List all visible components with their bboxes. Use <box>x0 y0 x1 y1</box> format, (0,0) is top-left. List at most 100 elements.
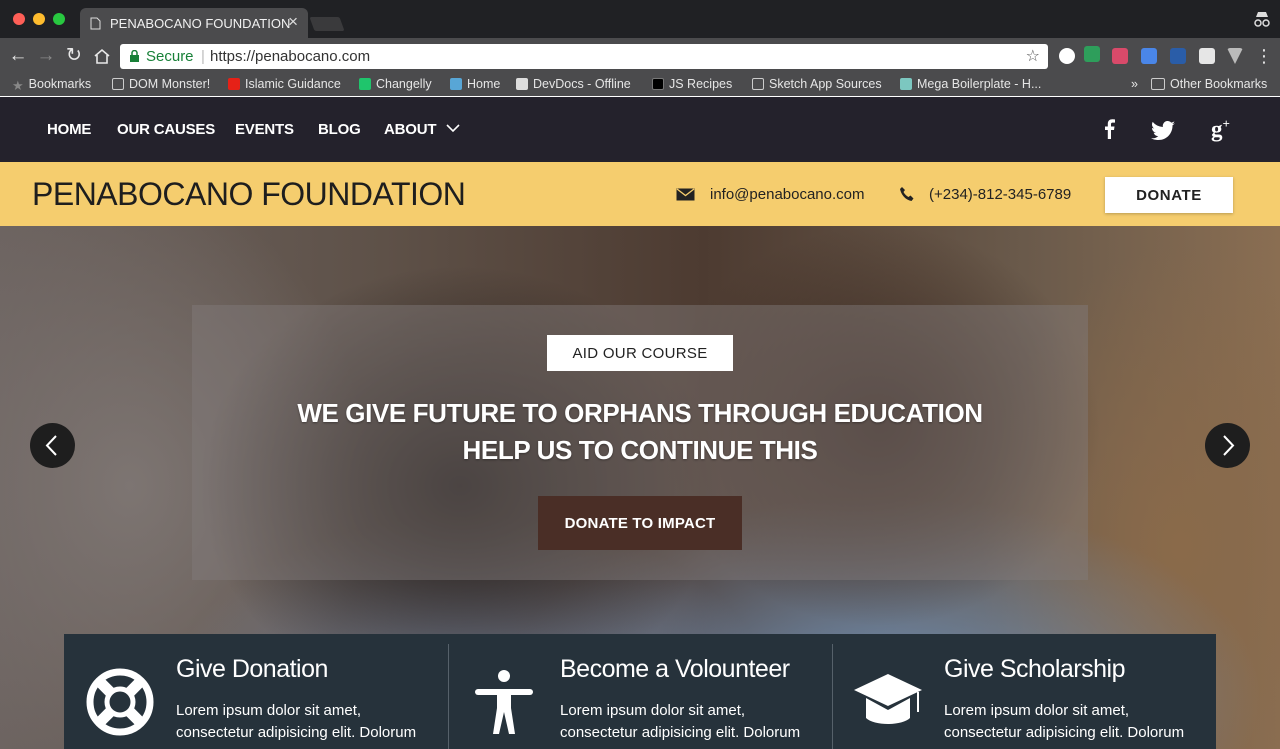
lock-icon <box>130 50 139 62</box>
chevron-down-icon <box>446 124 460 133</box>
bookmark-label: JS Recipes <box>669 77 733 91</box>
address-bar[interactable]: Secure | https://penabocano.com ☆ <box>120 44 1048 69</box>
info-bar: PENABOCANO FOUNDATION info@penabocano.co… <box>0 162 1280 226</box>
feature-give-donation[interactable]: Give Donation Lorem ipsum dolor sit amet… <box>64 634 448 749</box>
person-icon <box>475 670 533 734</box>
lifebuoy-icon <box>86 668 154 736</box>
chevron-left-icon <box>45 435 57 456</box>
browser-titlebar: PENABOCANO FOUNDATION × <box>0 0 1280 38</box>
site-navbar: HOME OUR CAUSES EVENTS BLOG ABOUT g+ <box>0 97 1280 162</box>
bookmarks-bar: ★ Bookmarks DOM Monster! Islamic Guidance… <box>0 74 1280 96</box>
donate-to-impact-button[interactable]: DONATE TO IMPACT <box>538 496 742 550</box>
twitter-icon[interactable] <box>1151 121 1175 140</box>
nav-about[interactable]: ABOUT <box>384 121 460 138</box>
bookmark-label: Sketch App Sources <box>769 77 882 91</box>
nav-events[interactable]: EVENTS <box>235 121 294 138</box>
browser-toolbar: ← → ↻ Secure | https://penabocano.com ☆ … <box>0 38 1280 74</box>
extension-m-icon[interactable] <box>1112 48 1128 64</box>
donate-button[interactable]: DONATE <box>1105 177 1233 213</box>
contact-email[interactable]: info@penabocano.com <box>710 186 865 203</box>
extension-box-icon[interactable] <box>1199 48 1215 64</box>
incognito-icon[interactable] <box>1253 11 1271 27</box>
translate-extension-icon[interactable] <box>1141 48 1157 64</box>
site-brand[interactable]: PENABOCANO FOUNDATION <box>32 176 466 213</box>
maximize-window-button[interactable] <box>53 13 65 25</box>
bookmark-item[interactable]: Changelly <box>359 77 432 91</box>
bookmark-item[interactable]: Mega Boilerplate - H... <box>900 77 1041 91</box>
reload-icon[interactable]: ↻ <box>62 44 86 68</box>
nav-our-causes[interactable]: OUR CAUSES <box>117 121 215 138</box>
tab-close-button[interactable]: × <box>288 12 298 32</box>
home-bookmark-icon <box>450 78 462 90</box>
hero-headline-line2: HELP US TO CONTINUE THIS <box>462 435 818 465</box>
bookmark-item[interactable]: Sketch App Sources <box>752 77 882 91</box>
browser-menu-icon[interactable]: ⋮ <box>1252 44 1276 68</box>
feature-title: Become a Volounteer <box>560 655 790 683</box>
bookmark-label: Changelly <box>376 77 432 91</box>
url-text[interactable]: https://penabocano.com <box>210 44 370 69</box>
feature-give-scholarship[interactable]: Give Scholarship Lorem ipsum dolor sit a… <box>832 634 1216 749</box>
bookmark-item[interactable]: ★ Bookmarks <box>12 77 92 93</box>
feature-become-volunteer[interactable]: Become a Volounteer Lorem ipsum dolor si… <box>448 634 832 749</box>
bookmark-label: Mega Boilerplate - H... <box>917 77 1042 91</box>
devdocs-icon <box>516 78 528 90</box>
star-icon: ★ <box>12 78 24 93</box>
nav-blog[interactable]: BLOG <box>318 121 361 138</box>
extension-v-icon[interactable] <box>1227 48 1243 64</box>
feature-divider <box>832 644 833 749</box>
extension-news-icon[interactable] <box>1170 48 1186 64</box>
bookmark-star-icon[interactable]: ☆ <box>1026 44 1040 69</box>
bookmark-label: Bookmarks <box>28 77 92 91</box>
minimize-window-button[interactable] <box>33 13 45 25</box>
phone-icon <box>900 187 914 201</box>
page-icon <box>112 78 124 90</box>
tab-title: PENABOCANO FOUNDATION <box>110 16 291 31</box>
features-panel: Give Donation Lorem ipsum dolor sit amet… <box>64 634 1216 749</box>
nav-about-label: ABOUT <box>384 121 437 138</box>
page-icon <box>90 17 101 30</box>
more-bookmarks-button[interactable]: » <box>1131 77 1138 91</box>
youtube-icon <box>228 78 240 90</box>
aid-our-course-button[interactable]: AID OUR COURSE <box>547 335 733 371</box>
changelly-icon <box>359 78 371 90</box>
page-icon <box>752 78 764 90</box>
feature-title: Give Scholarship <box>944 655 1125 683</box>
bookmark-item[interactable]: Home <box>450 77 500 91</box>
bookmark-item[interactable]: DevDocs - Offline <box>516 77 631 91</box>
secure-label: Secure <box>146 48 194 65</box>
bookmark-item[interactable]: JS Recipes <box>652 77 732 91</box>
feature-title: Give Donation <box>176 655 328 683</box>
chevron-right-icon <box>1223 435 1235 456</box>
bookmark-label: DevDocs - Offline <box>533 77 631 91</box>
bookmark-item[interactable]: DOM Monster! <box>112 77 210 91</box>
close-window-button[interactable] <box>13 13 25 25</box>
contact-phone[interactable]: (+234)-812-345-6789 <box>929 186 1071 203</box>
bookmark-item[interactable]: Islamic Guidance <box>228 77 341 91</box>
graduation-cap-icon <box>854 674 922 724</box>
other-bookmarks-folder[interactable]: Other Bookmarks <box>1151 77 1267 91</box>
bookmark-label: DOM Monster! <box>129 77 211 91</box>
other-bookmarks-label: Other Bookmarks <box>1170 77 1268 91</box>
slider-next-button[interactable] <box>1205 423 1250 468</box>
terminal-icon <box>652 78 664 90</box>
extension-new-icon[interactable] <box>1084 46 1100 62</box>
back-arrow-icon[interactable]: ← <box>6 44 30 68</box>
nav-home[interactable]: HOME <box>47 121 91 138</box>
slider-prev-button[interactable] <box>30 423 75 468</box>
feature-text: Lorem ipsum dolor sit amet, consectetur … <box>944 702 1185 741</box>
url-separator: | <box>201 48 205 65</box>
boilerplate-icon <box>900 78 912 90</box>
browser-tab[interactable]: PENABOCANO FOUNDATION × <box>80 8 308 38</box>
google-plus-icon[interactable]: g+ <box>1211 116 1230 143</box>
forward-arrow-icon[interactable]: → <box>34 44 58 68</box>
folder-icon <box>1151 78 1165 90</box>
home-icon[interactable] <box>93 48 111 64</box>
feature-divider <box>448 644 449 749</box>
bookmark-label: Home <box>467 77 501 91</box>
facebook-icon[interactable] <box>1103 119 1115 139</box>
bookmark-label: Islamic Guidance <box>245 77 341 91</box>
envelope-icon <box>676 188 695 201</box>
extension-circle-icon[interactable] <box>1059 48 1075 64</box>
feature-text: Lorem ipsum dolor sit amet, consectetur … <box>560 702 801 741</box>
new-tab-button[interactable] <box>309 17 345 31</box>
